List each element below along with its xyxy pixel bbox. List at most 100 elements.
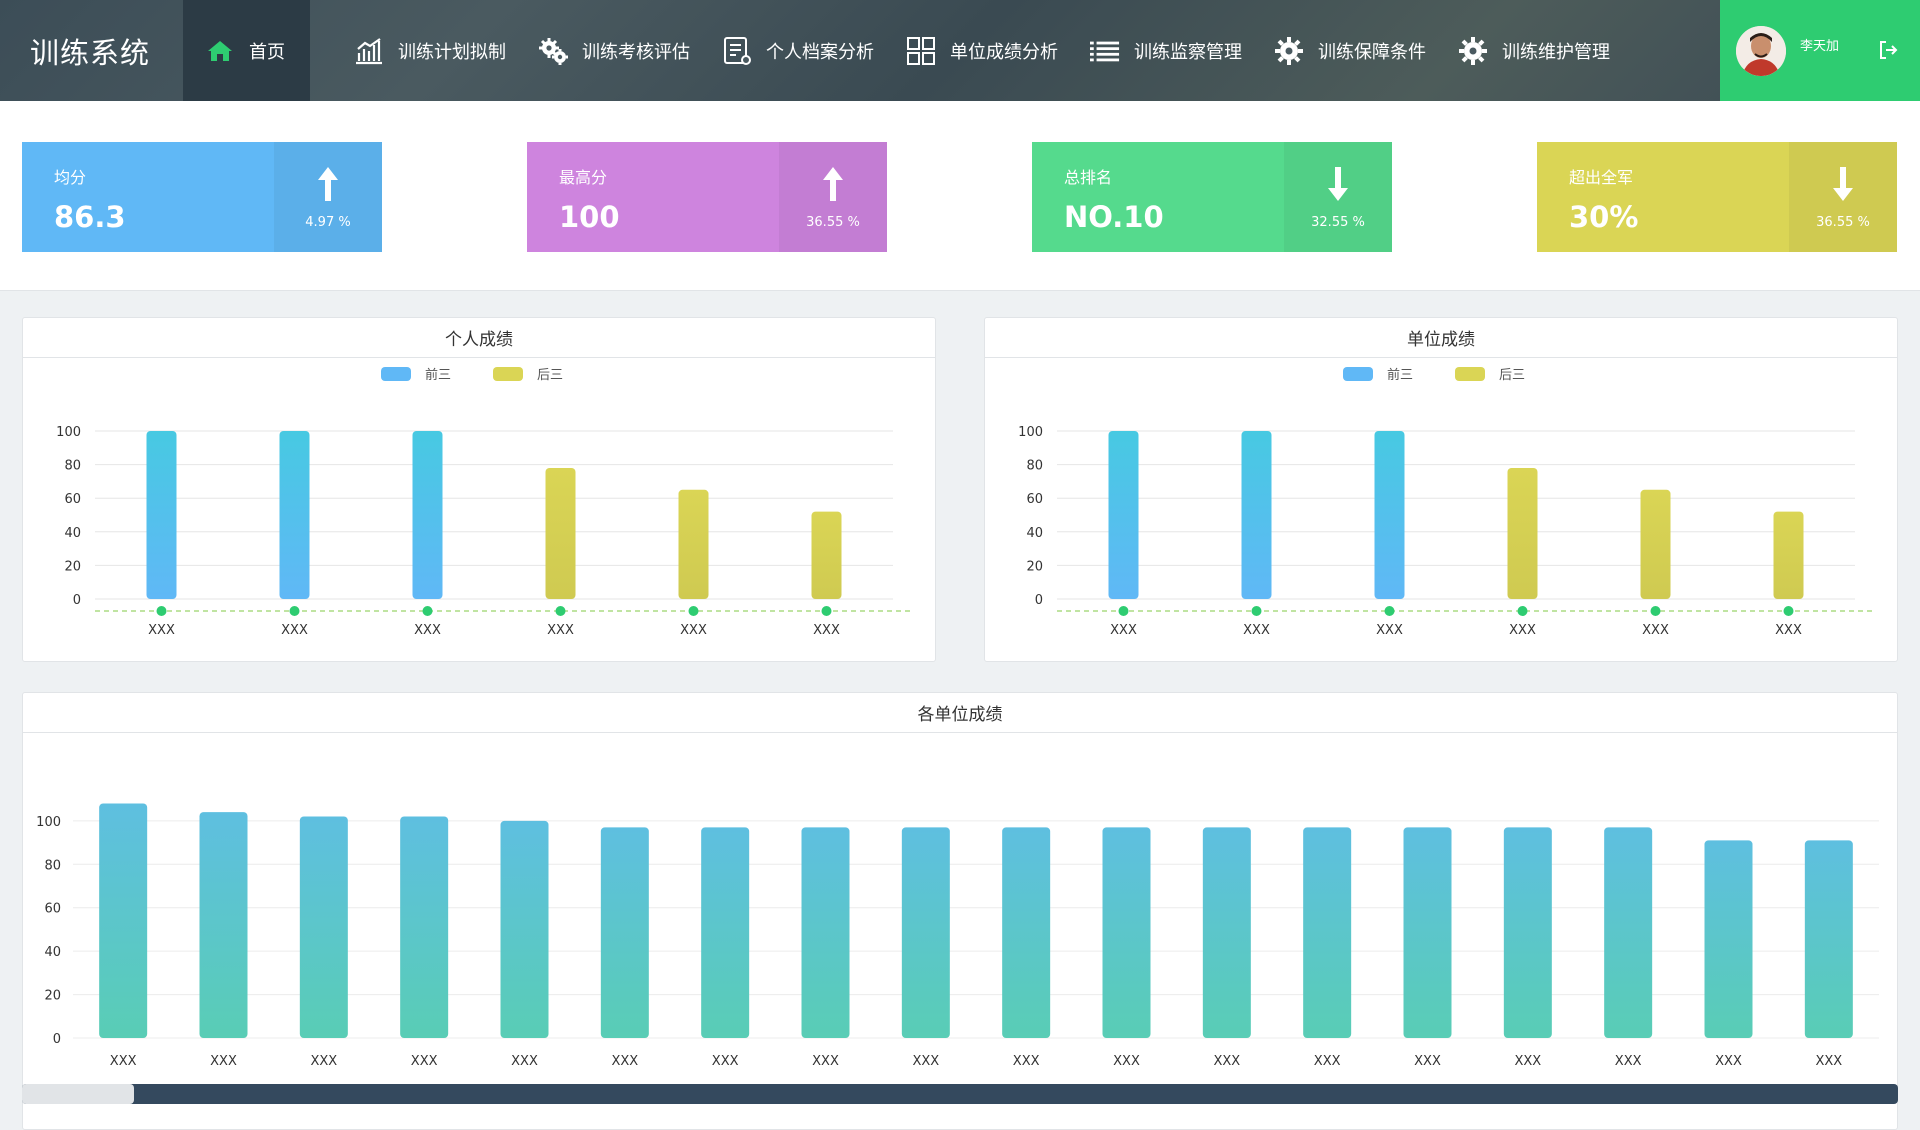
x-tick-label: XXX bbox=[1013, 1054, 1040, 1069]
axis-dot bbox=[688, 606, 699, 616]
bar[interactable] bbox=[1773, 511, 1804, 599]
bar[interactable] bbox=[678, 489, 709, 599]
bar[interactable] bbox=[299, 816, 348, 1038]
bar[interactable] bbox=[1303, 827, 1352, 1038]
x-tick-label: XXX bbox=[1110, 623, 1137, 638]
bar[interactable] bbox=[1374, 431, 1405, 599]
bar[interactable] bbox=[1102, 827, 1151, 1038]
y-tick-label: 80 bbox=[44, 858, 61, 873]
nav-label: 单位成绩分析 bbox=[950, 41, 1058, 63]
bar[interactable] bbox=[400, 816, 449, 1038]
x-tick-label: XXX bbox=[1815, 1054, 1842, 1069]
bar[interactable] bbox=[1640, 489, 1671, 599]
stat-percent: 32.55 % bbox=[1311, 215, 1365, 230]
arrow-down-icon bbox=[1327, 167, 1349, 205]
all-units-bar-chart: 0 20 40 60 80 100 XXX XXX XXX XXX XXX XXX XXX XXX XXX X… bbox=[36, 803, 1879, 1069]
stat-percent: 36.55 % bbox=[806, 215, 860, 230]
bar[interactable] bbox=[811, 511, 842, 599]
x-tick-label: XXX bbox=[210, 1054, 237, 1069]
unit-bar-chart: 0 20 40 60 80 100 XXX XXX XXX XXX XXX XXX bbox=[1018, 425, 1875, 638]
x-tick-label: XXX bbox=[110, 1054, 137, 1069]
stat-side: 36.55 % bbox=[1789, 142, 1897, 252]
bar[interactable] bbox=[701, 827, 750, 1038]
bar[interactable] bbox=[1202, 827, 1251, 1038]
bar[interactable] bbox=[279, 431, 310, 599]
y-tick-label: 0 bbox=[73, 593, 81, 608]
nav-item-supervision[interactable]: 训练监察管理 bbox=[1074, 0, 1258, 101]
nav-item-unit-analysis[interactable]: 单位成绩分析 bbox=[890, 0, 1074, 101]
stat-label: 总排名 bbox=[1064, 168, 1113, 187]
x-tick-label: XXX bbox=[712, 1054, 739, 1069]
bar[interactable] bbox=[1503, 827, 1552, 1038]
x-tick-label: XXX bbox=[1376, 623, 1403, 638]
scrollbar-thumb[interactable] bbox=[22, 1084, 134, 1104]
bar[interactable] bbox=[600, 827, 649, 1038]
user-panel: 李天加 bbox=[1720, 0, 1920, 101]
stat-main: 最高分 100 bbox=[527, 142, 779, 252]
y-tick-label: 20 bbox=[44, 989, 61, 1004]
axis-dot bbox=[1783, 606, 1794, 616]
chart-scrollbar[interactable] bbox=[22, 1084, 1898, 1104]
stat-label: 超出全军 bbox=[1569, 168, 1634, 187]
document-icon bbox=[722, 36, 752, 66]
y-tick-label: 0 bbox=[53, 1032, 61, 1047]
stat-value: 30% bbox=[1569, 200, 1639, 234]
stat-card-average: 均分 86.3 4.97 % bbox=[22, 142, 382, 252]
x-tick-label: XXX bbox=[547, 623, 574, 638]
gear-icon bbox=[1274, 36, 1304, 66]
bar[interactable] bbox=[99, 803, 148, 1038]
y-tick-label: 80 bbox=[64, 459, 81, 474]
arrow-up-icon bbox=[822, 167, 844, 205]
y-tick-label: 40 bbox=[64, 526, 81, 541]
nav-item-support[interactable]: 训练保障条件 bbox=[1258, 0, 1442, 101]
bar[interactable] bbox=[199, 812, 248, 1038]
bar[interactable] bbox=[1002, 827, 1051, 1038]
y-tick-label: 60 bbox=[44, 902, 61, 917]
home-icon bbox=[205, 36, 235, 66]
arrow-down-icon bbox=[1832, 167, 1854, 205]
main-nav: 首页 训练计划拟制 训练考核评估 个人档案分析 单位成绩分析 训练监察管理 训练… bbox=[183, 0, 1626, 101]
arrow-up-icon bbox=[317, 167, 339, 205]
axis-dot bbox=[289, 606, 300, 616]
nav-item-home[interactable]: 首页 bbox=[183, 0, 310, 101]
y-tick-label: 60 bbox=[1026, 492, 1043, 507]
y-tick-label: 100 bbox=[56, 425, 81, 440]
grid-icon bbox=[906, 36, 936, 66]
x-tick-label: XXX bbox=[1642, 623, 1669, 638]
nav-label: 个人档案分析 bbox=[766, 41, 874, 63]
bar[interactable] bbox=[412, 431, 443, 599]
x-tick-label: XXX bbox=[1715, 1054, 1742, 1069]
bar[interactable] bbox=[545, 467, 576, 599]
bar[interactable] bbox=[1108, 431, 1139, 599]
bar[interactable] bbox=[1507, 467, 1538, 599]
x-tick-label: XXX bbox=[310, 1054, 337, 1069]
bar[interactable] bbox=[1804, 840, 1853, 1038]
logout-icon[interactable] bbox=[1878, 40, 1898, 64]
bar[interactable] bbox=[1241, 431, 1272, 599]
list-icon bbox=[1090, 36, 1120, 66]
stat-label: 最高分 bbox=[559, 168, 608, 187]
stat-value: 100 bbox=[559, 200, 620, 234]
avatar[interactable] bbox=[1736, 25, 1786, 76]
nav-item-plan[interactable]: 训练计划拟制 bbox=[338, 0, 522, 101]
bar[interactable] bbox=[1604, 827, 1653, 1038]
stat-side: 32.55 % bbox=[1284, 142, 1392, 252]
bar[interactable] bbox=[1403, 827, 1452, 1038]
bar[interactable] bbox=[146, 431, 177, 599]
y-tick-label: 20 bbox=[64, 559, 81, 574]
nav-item-assessment[interactable]: 训练考核评估 bbox=[522, 0, 706, 101]
nav-label: 训练计划拟制 bbox=[398, 41, 506, 63]
unit-score-panel: 单位成绩 前三 后三 0 20 40 60 80 100 XXX XXX XXX XXX XXX XX… bbox=[984, 317, 1898, 662]
nav-item-maintenance[interactable]: 训练维护管理 bbox=[1442, 0, 1626, 101]
bar[interactable] bbox=[801, 827, 850, 1038]
nav-item-profile[interactable]: 个人档案分析 bbox=[706, 0, 890, 101]
nav-label: 首页 bbox=[249, 41, 285, 63]
stat-side: 4.97 % bbox=[274, 142, 382, 252]
bar[interactable] bbox=[901, 827, 950, 1038]
y-tick-label: 100 bbox=[36, 815, 61, 830]
bar[interactable] bbox=[500, 820, 549, 1038]
stat-percent: 4.97 % bbox=[305, 215, 351, 230]
bar[interactable] bbox=[1704, 840, 1753, 1038]
axis-dot bbox=[821, 606, 832, 616]
x-tick-label: XXX bbox=[148, 623, 175, 638]
